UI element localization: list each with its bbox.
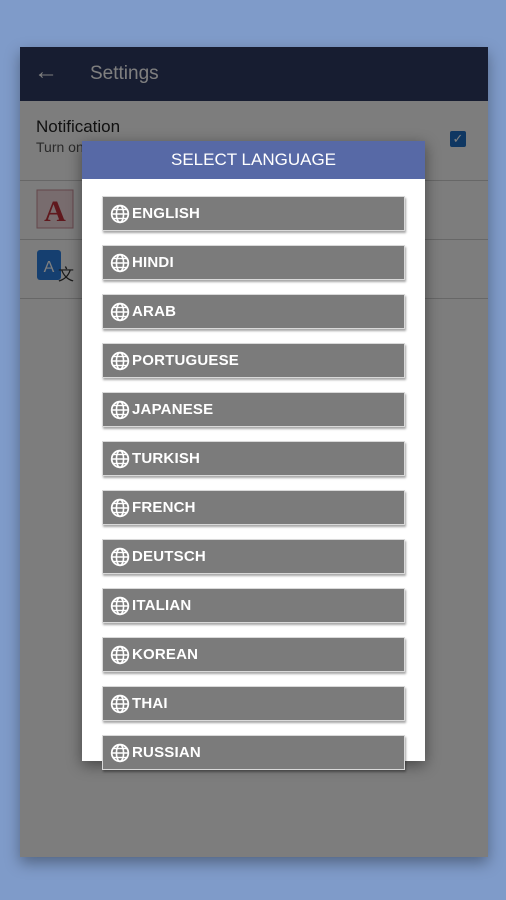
language-label: PORTUGUESE bbox=[132, 352, 240, 369]
language-label: KOREAN bbox=[132, 646, 199, 663]
dialog-title: SELECT LANGUAGE bbox=[82, 141, 425, 179]
language-button-deutsch[interactable]: DEUTSCH bbox=[102, 539, 405, 574]
language-label: JAPANESE bbox=[132, 401, 214, 418]
globe-icon bbox=[110, 351, 130, 370]
language-button-french[interactable]: FRENCH bbox=[102, 490, 405, 525]
globe-icon bbox=[110, 596, 130, 615]
globe-icon bbox=[110, 253, 130, 272]
language-button-japanese[interactable]: JAPANESE bbox=[102, 392, 405, 427]
language-button-english[interactable]: ENGLISH bbox=[102, 196, 405, 231]
language-button-korean[interactable]: KOREAN bbox=[102, 637, 405, 672]
language-label: ENGLISH bbox=[132, 205, 201, 222]
language-label: DEUTSCH bbox=[132, 548, 206, 565]
language-label: TURKISH bbox=[132, 450, 201, 467]
language-button-italian[interactable]: ITALIAN bbox=[102, 588, 405, 623]
globe-icon bbox=[110, 498, 130, 517]
globe-icon bbox=[110, 743, 130, 762]
language-label: HINDI bbox=[132, 254, 174, 271]
globe-icon bbox=[110, 400, 130, 419]
language-dialog: SELECT LANGUAGE ENGLISH HINDI ARAB PORTUGUE… bbox=[82, 141, 425, 770]
globe-icon bbox=[110, 204, 130, 223]
globe-icon bbox=[110, 302, 130, 321]
language-button-hindi[interactable]: HINDI bbox=[102, 245, 405, 280]
language-button-portuguese[interactable]: PORTUGUESE bbox=[102, 343, 405, 378]
language-button-turkish[interactable]: TURKISH bbox=[102, 441, 405, 476]
globe-icon bbox=[110, 645, 130, 664]
language-button-russian[interactable]: RUSSIAN bbox=[102, 735, 405, 770]
language-button-arab[interactable]: ARAB bbox=[102, 294, 405, 329]
language-label: RUSSIAN bbox=[132, 744, 201, 761]
globe-icon bbox=[110, 547, 130, 566]
language-label: THAI bbox=[132, 695, 168, 712]
language-label: ARAB bbox=[132, 303, 177, 320]
language-label: FRENCH bbox=[132, 499, 196, 516]
screenshot-frame: ← Settings Notification Turn on ✓ A A 文 bbox=[0, 0, 506, 900]
globe-icon bbox=[110, 694, 130, 713]
language-button-thai[interactable]: THAI bbox=[102, 686, 405, 721]
language-label: ITALIAN bbox=[132, 597, 192, 614]
language-list: ENGLISH HINDI ARAB PORTUGUESE JAPANESE TURKIS… bbox=[82, 179, 425, 770]
globe-icon bbox=[110, 449, 130, 468]
